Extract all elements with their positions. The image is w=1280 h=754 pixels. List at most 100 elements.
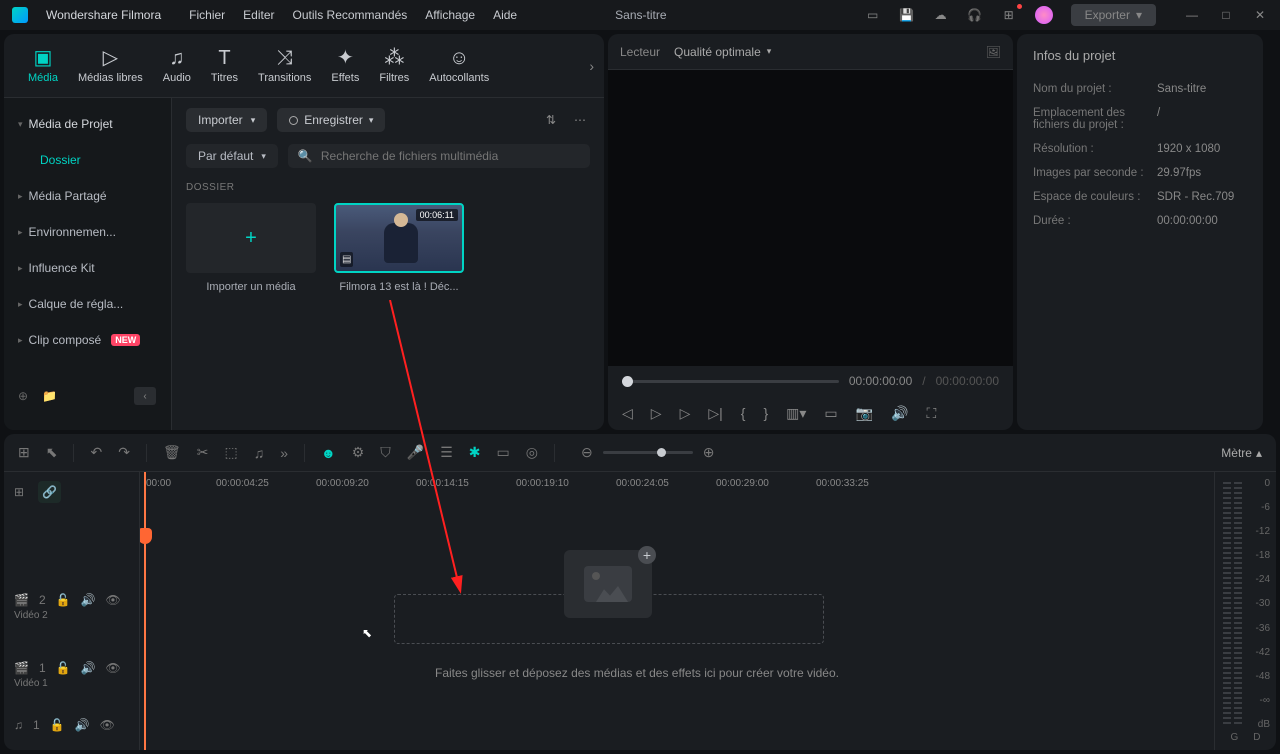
search-input[interactable]: 🔍 [288,144,590,168]
import-tile-label: Importer un média [186,281,316,293]
sidebar-item-compound[interactable]: ▸Clip composéNEW [4,322,171,358]
more-tools-icon[interactable]: » [280,445,288,461]
prev-frame-icon[interactable]: ◁ [622,405,633,422]
sidebar-item-folder[interactable]: Dossier [4,142,171,178]
quality-dropdown[interactable]: Qualité optimale▾ [674,45,771,59]
volume-icon[interactable]: 🔊 [891,405,908,422]
lock-icon[interactable]: 🔓 [56,661,71,675]
minimize-icon[interactable]: — [1184,7,1200,23]
sidebar-item-adjustment[interactable]: ▸Calque de régla... [4,286,171,322]
close-icon[interactable]: ✕ [1252,7,1268,23]
aspect-icon[interactable]: ▭ [824,405,837,422]
sidebar-item-project-media[interactable]: ▾Média de Projet [4,106,171,142]
subtitle-icon[interactable]: ☰ [440,444,453,461]
mic-icon[interactable]: 🎤 [407,444,424,461]
delete-icon[interactable]: 🗑 [163,444,181,461]
visible-icon[interactable]: 👁 [106,593,121,607]
playhead[interactable] [144,472,146,750]
play-icon[interactable]: ▷ [680,405,691,422]
mark-in-icon[interactable]: { [741,405,746,421]
menu-tools[interactable]: Outils Recommandés [293,8,408,22]
search-field[interactable] [321,149,580,163]
drop-placeholder-icon[interactable] [564,550,652,618]
ai-icon[interactable]: ☻ [321,445,336,461]
zoom-slider[interactable] [603,451,693,454]
filter-icon[interactable]: ⇅ [542,109,560,131]
zoom-out-icon[interactable]: ⊖ [581,444,593,461]
avatar[interactable] [1035,6,1053,24]
current-time: 00:00:00:00 [849,374,912,388]
mute-icon[interactable]: 🔊 [81,593,96,607]
track-audio-1[interactable]: ♫1🔓🔊👁 [4,700,139,750]
visible-icon[interactable]: 👁 [106,661,121,675]
lock-icon[interactable]: 🔓 [56,593,71,607]
screen-icon[interactable]: ▭ [865,7,881,23]
sidebar-item-influence[interactable]: ▸Influence Kit [4,250,171,286]
maximize-icon[interactable]: □ [1218,7,1234,23]
meter-label[interactable]: Mètre▴ [1221,446,1262,460]
tab-effects[interactable]: ✦Effets [321,42,369,90]
grid-icon[interactable]: ⊞ [1001,7,1017,23]
more-icon[interactable]: ⋯ [570,109,590,131]
import-button[interactable]: Importer▾ [186,108,267,132]
mark-out-icon[interactable]: } [763,405,768,421]
track-video-2[interactable]: 🎬2🔓🔊👁 Vidéo 2 [4,582,139,632]
effect-wheel-icon[interactable]: ⚙ [352,444,365,461]
select-tool-icon[interactable]: ⬉ [46,444,58,461]
add-track-icon[interactable]: ⊞ [14,485,24,499]
crop-icon[interactable]: ⬚ [224,444,237,461]
snapshot-icon[interactable]: 🖼 [986,45,1001,59]
tab-media[interactable]: ▣Média [18,42,68,90]
device-icon[interactable]: ▭ [497,444,510,461]
mute-icon[interactable]: 🔊 [81,661,96,675]
project-title: Sans-titre [435,8,847,22]
collapse-sidebar-button[interactable]: ‹ [134,387,156,405]
export-button[interactable]: Exporter▾ [1071,4,1156,26]
sidebar-item-shared[interactable]: ▸Média Partagé [4,178,171,214]
render-icon[interactable]: ◎ [526,444,538,461]
next-frame-icon[interactable]: ▷| [708,405,722,422]
sidebar-item-environment[interactable]: ▸Environnemen... [4,214,171,250]
drop-text: Faites glisser et déposez des médias et … [140,666,1134,680]
visible-icon[interactable]: 👁 [100,718,115,732]
stop-icon[interactable]: ▷ [651,405,662,422]
mute-icon[interactable]: 🔊 [75,718,90,732]
info-fps: 29.97fps [1157,167,1201,179]
bug-icon[interactable]: ✱ [469,444,481,461]
tab-filters[interactable]: ⁂Filtres [369,42,419,90]
tab-free-media[interactable]: ▷Médias libres [68,42,153,90]
preview-scrubber[interactable] [622,380,839,383]
tabs-scroll-right-icon[interactable]: › [589,58,594,74]
headset-icon[interactable]: 🎧 [967,7,983,23]
fullscreen-icon[interactable]: ⛶ [927,405,937,422]
save-icon[interactable]: 💾 [899,7,915,23]
menu-file[interactable]: Fichier [189,8,225,22]
lock-icon[interactable]: 🔓 [50,718,65,732]
menu-edit[interactable]: Editer [243,8,274,22]
cut-icon[interactable]: ✂ [197,444,209,461]
tab-transitions[interactable]: ⤨Transitions [248,42,321,90]
shield-icon[interactable]: ⛉ [380,444,391,461]
folder-icon[interactable]: 📁 [42,389,57,403]
import-media-tile[interactable]: + [186,203,316,273]
cloud-icon[interactable]: ☁ [933,7,949,23]
ruler[interactable]: 00:00 00:00:04:25 00:00:09:20 00:00:14:1… [140,472,1214,512]
media-clip[interactable]: 00:06:11 ▤ [334,203,464,273]
record-button[interactable]: Enregistrer▾ [277,108,385,132]
timeline-tracks[interactable]: 00:00 00:00:04:25 00:00:09:20 00:00:14:1… [140,472,1214,750]
link-icon[interactable]: 🔗 [38,481,61,503]
camera-icon[interactable]: 📷 [856,405,873,422]
undo-icon[interactable]: ↶ [90,444,102,461]
audio-icon[interactable]: ♫ [254,445,265,461]
tab-stickers[interactable]: ☺Autocollants [419,42,499,90]
zoom-in-icon[interactable]: ⊕ [703,444,715,461]
add-folder-icon[interactable]: ⊕ [18,389,28,403]
tab-audio[interactable]: ♫Audio [153,42,201,90]
grid-tool-icon[interactable]: ⊞ [18,444,30,461]
sort-dropdown[interactable]: Par défaut▾ [186,144,278,168]
tab-titles[interactable]: TTitres [201,42,248,90]
preview-canvas[interactable] [608,70,1013,366]
track-video-1[interactable]: 🎬1🔓🔊👁 Vidéo 1 [4,650,139,700]
redo-icon[interactable]: ↷ [118,444,130,461]
layout-icon[interactable]: ▥▾ [786,405,806,422]
